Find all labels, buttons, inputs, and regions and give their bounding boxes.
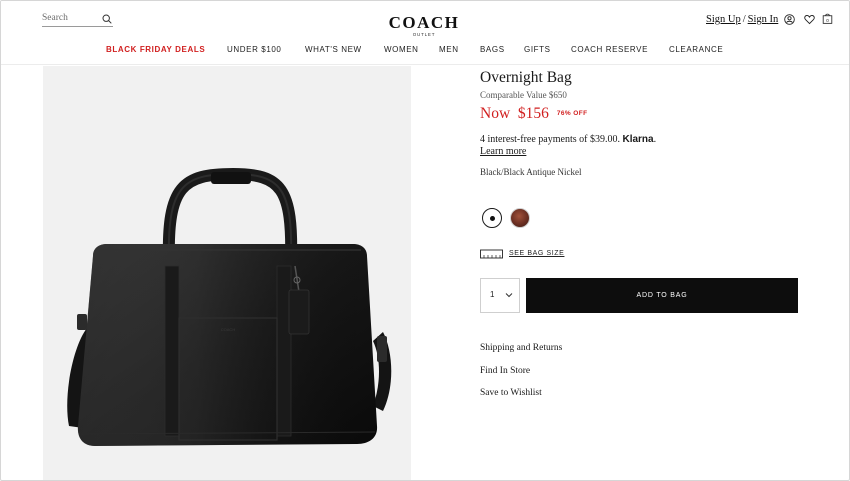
sign-in-link[interactable]: Sign In [748, 14, 779, 25]
overnight-bag-image: COACH [67, 167, 392, 446]
installments-copy: 4 interest-free payments of $39.00. [480, 134, 620, 145]
nav-black-friday-deals[interactable]: BLACK FRIDAY DEALS [106, 45, 205, 54]
chevron-down-icon [505, 293, 513, 298]
account-separator: / [742, 14, 746, 25]
installments-period: . [653, 134, 657, 145]
search-placeholder: Search [42, 13, 68, 23]
nav-coach-reserve[interactable]: COACH RESERVE [571, 45, 648, 54]
ruler-icon [480, 249, 503, 259]
site-header: Search COACH OUTLET Sign Up/Sign In 0 [1, 1, 849, 65]
quantity-select[interactable]: 1 [480, 278, 520, 313]
find-in-store-link[interactable]: Find In Store [480, 366, 530, 376]
coach-outlet-logo[interactable]: COACH OUTLET [378, 14, 470, 37]
account-icon[interactable] [784, 14, 795, 25]
product-image[interactable]: COACH [43, 66, 411, 480]
color-swatch-black[interactable] [482, 208, 502, 228]
percent-off-badge: 76% OFF [556, 110, 588, 117]
search-input[interactable]: Search [42, 13, 113, 27]
nav-bags[interactable]: BAGS [480, 45, 505, 54]
logo-subtext: OUTLET [412, 32, 436, 37]
shipping-and-returns-link[interactable]: Shipping and Returns [480, 343, 562, 353]
nav-under-100[interactable]: UNDER $100 [227, 45, 281, 54]
add-to-bag-button[interactable]: ADD TO BAG [526, 278, 798, 313]
comparable-value: Comparable Value $650 [480, 90, 567, 100]
logo-text: COACH [388, 13, 460, 32]
price-now: Now $156 [480, 105, 549, 122]
nav-men[interactable]: MEN [439, 45, 459, 54]
nav-clearance[interactable]: CLEARANCE [669, 45, 723, 54]
learn-more-link[interactable]: Learn more [480, 146, 526, 157]
product-title: Overnight Bag [480, 69, 572, 86]
sign-up-link[interactable]: Sign Up [706, 14, 741, 25]
color-swatch-brown[interactable] [510, 208, 530, 228]
main-navigation: BLACK FRIDAY DEALS UNDER $100 WHAT'S NEW… [1, 45, 849, 57]
see-bag-size-label[interactable]: SEE BAG SIZE [509, 250, 564, 257]
bag-count: 0 [826, 18, 829, 23]
shopping-bag-icon[interactable]: 0 [822, 13, 833, 24]
selected-color-name: Black/Black Antique Nickel [480, 167, 582, 177]
price-row: Now $156 76% OFF [480, 105, 588, 123]
nav-women[interactable]: WOMEN [384, 45, 419, 54]
klarna-logo: Klarna [622, 134, 654, 145]
heart-icon[interactable] [804, 14, 815, 25]
account-links: Sign Up / Sign In [706, 14, 778, 25]
search-icon[interactable] [102, 14, 112, 24]
page-frame: Search COACH OUTLET Sign Up/Sign In 0 [0, 0, 850, 481]
quantity-value: 1 [490, 290, 495, 299]
svg-text:COACH: COACH [221, 327, 236, 332]
installments-text: 4 interest-free payments of $39.00. Klar… [480, 134, 656, 145]
nav-whats-new[interactable]: WHAT'S NEW [305, 45, 362, 54]
save-to-wishlist-link[interactable]: Save to Wishlist [480, 388, 542, 398]
nav-gifts[interactable]: GIFTS [524, 45, 551, 54]
